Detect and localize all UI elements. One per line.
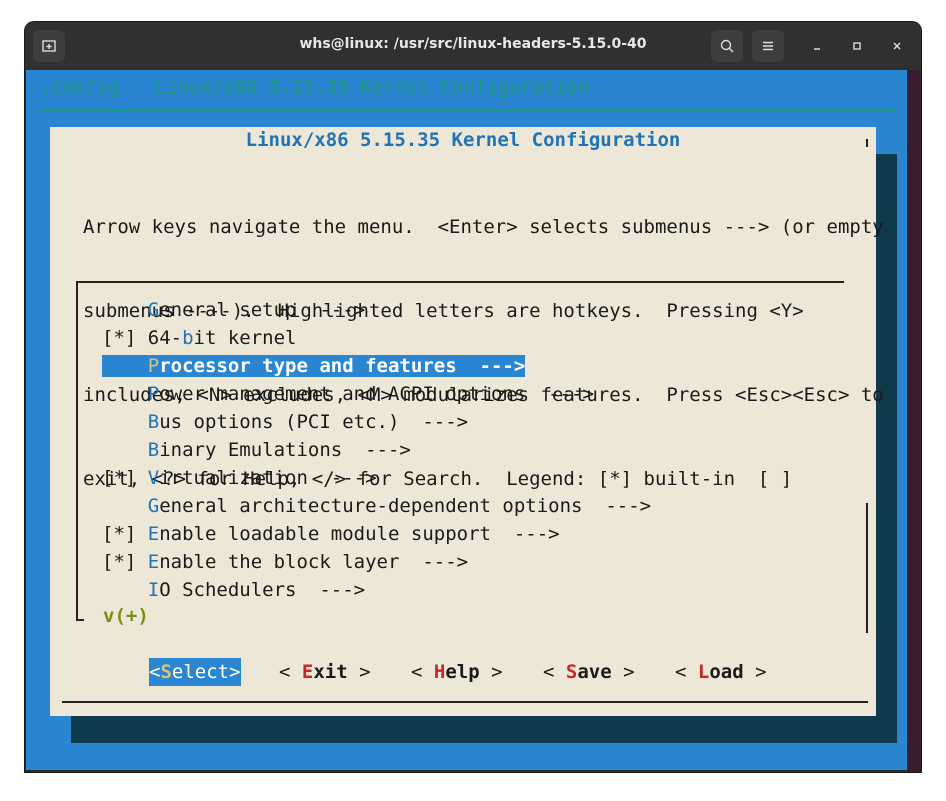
header-separator [40, 110, 896, 111]
menu-item[interactable]: General architecture-dependent options -… [102, 492, 651, 520]
terminal-area[interactable]: .config - Linux/x86 5.15.35 Kernel Confi… [26, 70, 907, 770]
menu-item-label: Enable the block layer ---> [147, 551, 469, 573]
menu-item-label: 64-bit kernel [147, 327, 297, 349]
dialog-bottom-border [62, 701, 868, 703]
menu-item-prefix [102, 383, 148, 405]
menu-item[interactable]: Power management and ACPI options ---> [102, 380, 594, 408]
menu-item-prefix: [*] [102, 523, 148, 545]
menu-item-hotkey: G [147, 299, 160, 321]
menu-item-prefix: [*] [102, 327, 148, 349]
window-title: whs@linux: /usr/src/linux-headers-5.15.0… [299, 36, 647, 52]
menu-item-label: Processor type and features ---> [147, 355, 526, 377]
menu-item-hotkey: P [147, 355, 160, 377]
menu-box-corner [76, 619, 84, 621]
menu-item[interactable]: [*] Enable loadable module support ---> [102, 520, 560, 548]
menu-item-prefix [102, 411, 148, 433]
menu-item[interactable]: [*] Virtualization ---> [102, 464, 377, 492]
dialog-button[interactable]: < Exit > [279, 658, 371, 686]
menu-item-hotkey: G [147, 495, 160, 517]
help-line: Arrow keys navigate the menu. <Enter> se… [83, 216, 884, 238]
minimize-icon [814, 48, 820, 50]
button-hotkey: S [160, 661, 172, 683]
menu-item[interactable]: [*] Enable the block layer ---> [102, 548, 468, 576]
hamburger-menu-icon [763, 41, 773, 51]
maximize-button[interactable] [847, 36, 867, 56]
menu-item-prefix [102, 579, 148, 601]
menu-item-label: Virtualization ---> [147, 467, 377, 489]
minimize-button[interactable] [807, 36, 827, 56]
menu-button[interactable] [752, 30, 784, 62]
menu-item-hotkey: B [147, 411, 160, 433]
button-hotkey: H [433, 661, 446, 683]
menu-item-label: Bus options (PCI etc.) ---> [147, 411, 469, 433]
search-icon [720, 39, 734, 53]
menu-item[interactable]: Binary Emulations ---> [102, 436, 411, 464]
menu-item[interactable]: [*] 64-bit kernel [102, 324, 297, 352]
menu-item-hotkey: I [147, 579, 160, 601]
menu-item-hotkey: V [147, 467, 160, 489]
menu-item-label: Power management and ACPI options ---> [147, 383, 594, 405]
menu-item-hotkey: b [182, 327, 194, 349]
terminal-scrollbar[interactable] [908, 70, 921, 772]
button-hotkey: L [697, 661, 710, 683]
dialog-button[interactable]: < Save > [543, 658, 635, 686]
terminal-window: whs@linux: /usr/src/linux-headers-5.15.0… [25, 22, 921, 772]
menu-item-hotkey: P [147, 383, 160, 405]
menu-item-hotkey: E [147, 551, 160, 573]
menu-item-prefix [102, 495, 148, 517]
config-header: .config - Linux/x86 5.15.35 Kernel Confi… [40, 76, 590, 98]
menu-item-hotkey: E [147, 523, 160, 545]
dialog-button[interactable]: <Select> [149, 658, 241, 686]
menu-item[interactable]: IO Schedulers ---> [102, 576, 365, 604]
menu-item-label: Enable loadable module support ---> [147, 523, 560, 545]
more-indicator: v(+) [103, 605, 149, 627]
menu-item-prefix: [*] [102, 551, 148, 573]
dialog-button[interactable]: < Load > [675, 658, 767, 686]
menu-item-label: Binary Emulations ---> [147, 439, 411, 461]
search-button[interactable] [711, 30, 743, 62]
close-button[interactable] [887, 36, 907, 56]
menu-box-right-edge [866, 503, 868, 633]
menu-item-label: General architecture-dependent options -… [147, 495, 652, 517]
menu-item[interactable]: Processor type and features ---> [102, 352, 526, 380]
menu-item-hotkey: B [147, 439, 160, 461]
menu-item[interactable]: General setup ---> [102, 296, 365, 324]
button-hotkey: S [565, 661, 578, 683]
menu-item[interactable]: Bus options (PCI etc.) ---> [102, 408, 468, 436]
dialog-button[interactable]: < Help > [411, 658, 503, 686]
menu-item-prefix [102, 355, 148, 377]
menu-item-prefix [102, 299, 148, 321]
maximize-icon [853, 42, 861, 50]
title-bar: whs@linux: /usr/src/linux-headers-5.15.0… [25, 22, 921, 70]
dialog-title: Linux/x86 5.15.35 Kernel Configuration [245, 129, 681, 151]
menuconfig-dialog: Linux/x86 5.15.35 Kernel Configuration A… [50, 127, 884, 716]
close-icon [893, 42, 901, 50]
menu-item-label: General setup ---> [147, 299, 366, 321]
menu-item-prefix: [*] [102, 467, 148, 489]
menu-item-label: IO Schedulers ---> [147, 579, 366, 601]
button-hotkey: E [301, 661, 314, 683]
menu-item-prefix [102, 439, 148, 461]
